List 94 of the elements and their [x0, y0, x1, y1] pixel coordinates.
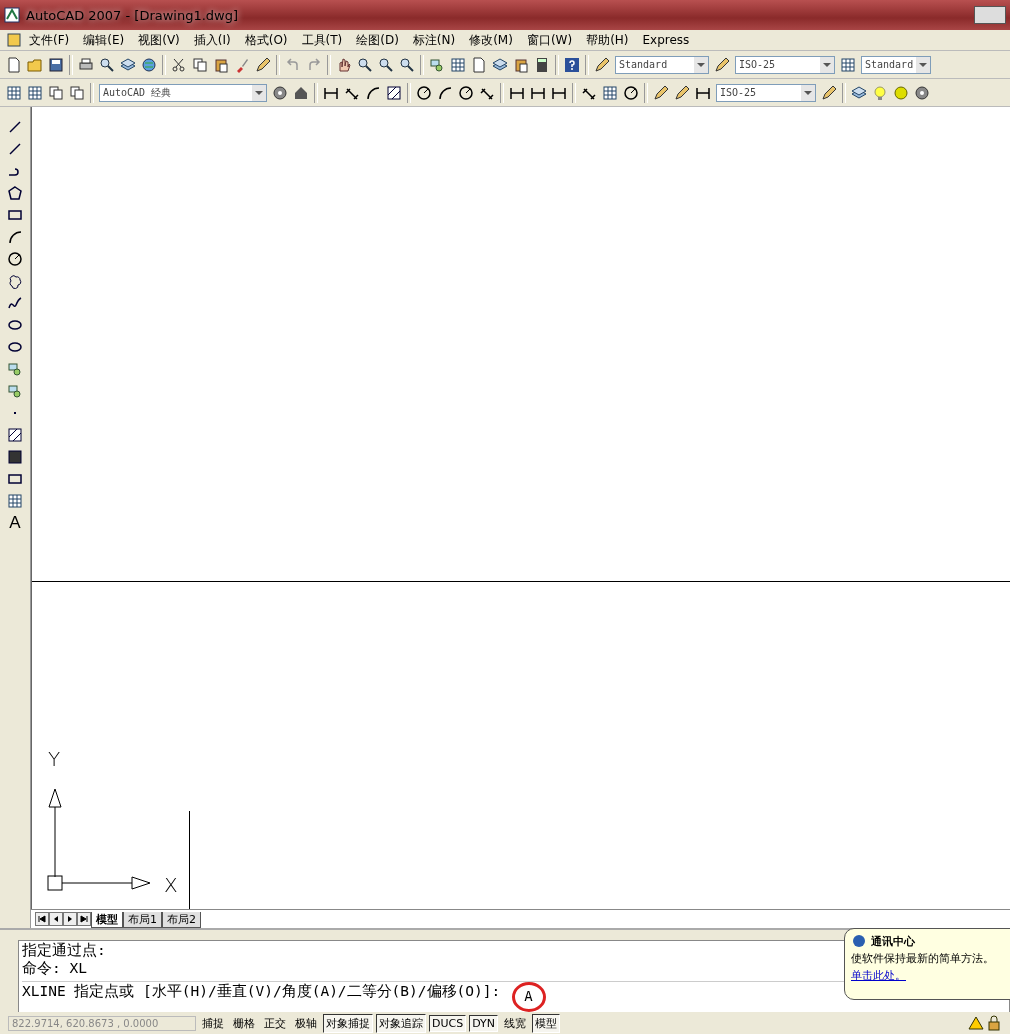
- grid-icon[interactable]: [27, 84, 43, 101]
- menu-item[interactable]: 修改(M): [462, 31, 520, 49]
- menu-item[interactable]: 绘图(D): [349, 31, 406, 49]
- padlock-icon[interactable]: [986, 1015, 1002, 1031]
- status-toggle-button[interactable]: 栅格: [230, 1013, 258, 1033]
- menu-item[interactable]: 插入(I): [186, 31, 238, 49]
- menu-item[interactable]: 编辑(E): [76, 31, 132, 49]
- ellipse-icon[interactable]: [7, 317, 23, 333]
- diameter-icon[interactable]: [458, 84, 474, 101]
- menu-item[interactable]: 工具(T): [294, 31, 350, 49]
- layout-tab[interactable]: 模型: [91, 912, 123, 928]
- command-history-line: 命令: XL: [22, 959, 87, 977]
- preview-icon[interactable]: [99, 56, 115, 73]
- bulb-icon[interactable]: [872, 84, 888, 101]
- sun-icon[interactable]: [893, 84, 909, 101]
- table-style-dropdown[interactable]: Standard: [861, 55, 931, 74]
- document-menu-icon[interactable]: [6, 32, 22, 48]
- command-input[interactable]: A: [524, 988, 533, 1004]
- paste-icon[interactable]: [513, 56, 529, 73]
- zoom-icon[interactable]: [378, 56, 394, 73]
- text-style-dropdown[interactable]: Standard: [615, 55, 709, 74]
- arc-length-icon[interactable]: [365, 84, 381, 101]
- menu-item[interactable]: 格式(O): [237, 31, 295, 49]
- grid-icon[interactable]: [6, 84, 22, 101]
- new-file-icon[interactable]: [6, 56, 22, 73]
- dimension-style-dropdown[interactable]: ISO-25: [716, 83, 816, 102]
- hand-icon[interactable]: [336, 56, 352, 73]
- window-title: AutoCAD 2007 - [Drawing1.dwg]: [26, 7, 239, 23]
- calculator-icon[interactable]: [534, 56, 550, 73]
- spline-icon[interactable]: [7, 295, 23, 311]
- window-control-button[interactable]: [974, 6, 1006, 24]
- menu-item[interactable]: 文件(F): [22, 31, 77, 49]
- layout-tab[interactable]: 布局1: [123, 912, 162, 928]
- command-prompt: XLINE 指定点或 [水平(H)/垂直(V)/角度(A)/二等分(B)/偏移(O)]:: [22, 982, 501, 1000]
- folder-icon[interactable]: [27, 56, 43, 73]
- status-toggle-button[interactable]: 捕捉: [199, 1013, 227, 1033]
- paste-icon[interactable]: [213, 56, 229, 73]
- app-logo-icon[interactable]: [4, 7, 20, 23]
- rectangle-icon[interactable]: [7, 207, 23, 223]
- pencil-icon[interactable]: [255, 56, 271, 73]
- radius-icon[interactable]: [416, 84, 432, 101]
- menu-item[interactable]: 窗口(W): [519, 31, 580, 49]
- grid-icon[interactable]: [450, 56, 466, 73]
- coordinates-display: 822.9714, 620.8673 , 0.0000: [8, 1015, 196, 1031]
- zoom-icon[interactable]: [357, 56, 373, 73]
- status-toggle-button[interactable]: 对象捕捉: [323, 1013, 373, 1033]
- y-axis-label: Y: [48, 749, 61, 769]
- status-toggle-button[interactable]: DYN: [469, 1014, 498, 1032]
- hatch-icon[interactable]: [7, 427, 23, 443]
- notification-message: 使软件保持最新的简单方法。: [851, 951, 995, 966]
- x-axis-label: X: [164, 875, 178, 895]
- polygon-icon[interactable]: [7, 185, 23, 201]
- cloud-icon[interactable]: [7, 273, 23, 289]
- drawing-canvas[interactable]: Y X: [31, 107, 1010, 909]
- layout-tab[interactable]: 布局2: [162, 912, 201, 928]
- menu-item[interactable]: 帮助(H): [579, 31, 636, 49]
- scissors-icon[interactable]: [171, 56, 187, 73]
- previous-tab-button[interactable]: [49, 912, 63, 926]
- line-icon[interactable]: [7, 119, 23, 135]
- menu-item[interactable]: Express: [635, 33, 697, 47]
- menu-item[interactable]: 标注(N): [405, 31, 463, 49]
- multiline-text-button[interactable]: A: [9, 515, 21, 531]
- notification-title: 通讯中心: [871, 933, 915, 949]
- help-icon[interactable]: [564, 56, 580, 73]
- status-toggle-button[interactable]: 对象追踪: [376, 1013, 426, 1033]
- status-toggle-button[interactable]: 极轴: [292, 1013, 320, 1033]
- layers-icon[interactable]: [120, 56, 136, 73]
- save-icon[interactable]: [48, 56, 64, 73]
- zoom-icon[interactable]: [399, 56, 415, 73]
- info-icon[interactable]: [851, 933, 867, 949]
- table-icon[interactable]: [7, 493, 23, 509]
- status-toggle-button[interactable]: 正交: [261, 1013, 289, 1033]
- command-history-line: 指定通过点:: [22, 941, 106, 959]
- globe-icon[interactable]: [141, 56, 157, 73]
- file-icon[interactable]: [471, 56, 487, 73]
- status-toggle-button[interactable]: 线宽: [501, 1013, 529, 1033]
- dimension-style-dropdown[interactable]: ISO-25: [735, 55, 835, 74]
- notification-link[interactable]: 单击此处。: [851, 968, 1010, 983]
- status-toggle-button[interactable]: 模型: [532, 1013, 560, 1033]
- layers-icon[interactable]: [492, 56, 508, 73]
- copy-icon[interactable]: [69, 84, 85, 101]
- workspace-dropdown[interactable]: AutoCAD 经典: [99, 83, 267, 102]
- circle-icon[interactable]: [7, 251, 23, 267]
- copy-icon[interactable]: [48, 84, 64, 101]
- last-tab-button[interactable]: [77, 912, 91, 926]
- menu-item[interactable]: 视图(V): [131, 31, 187, 49]
- layers-icon[interactable]: [851, 84, 867, 101]
- first-tab-button[interactable]: [35, 912, 49, 926]
- house-icon[interactable]: [293, 84, 309, 101]
- status-toggle-button[interactable]: DUCS: [429, 1014, 467, 1032]
- printer-icon[interactable]: [78, 56, 94, 73]
- next-tab-button[interactable]: [63, 912, 77, 926]
- copy-icon[interactable]: [192, 56, 208, 73]
- arc-icon[interactable]: [7, 229, 23, 245]
